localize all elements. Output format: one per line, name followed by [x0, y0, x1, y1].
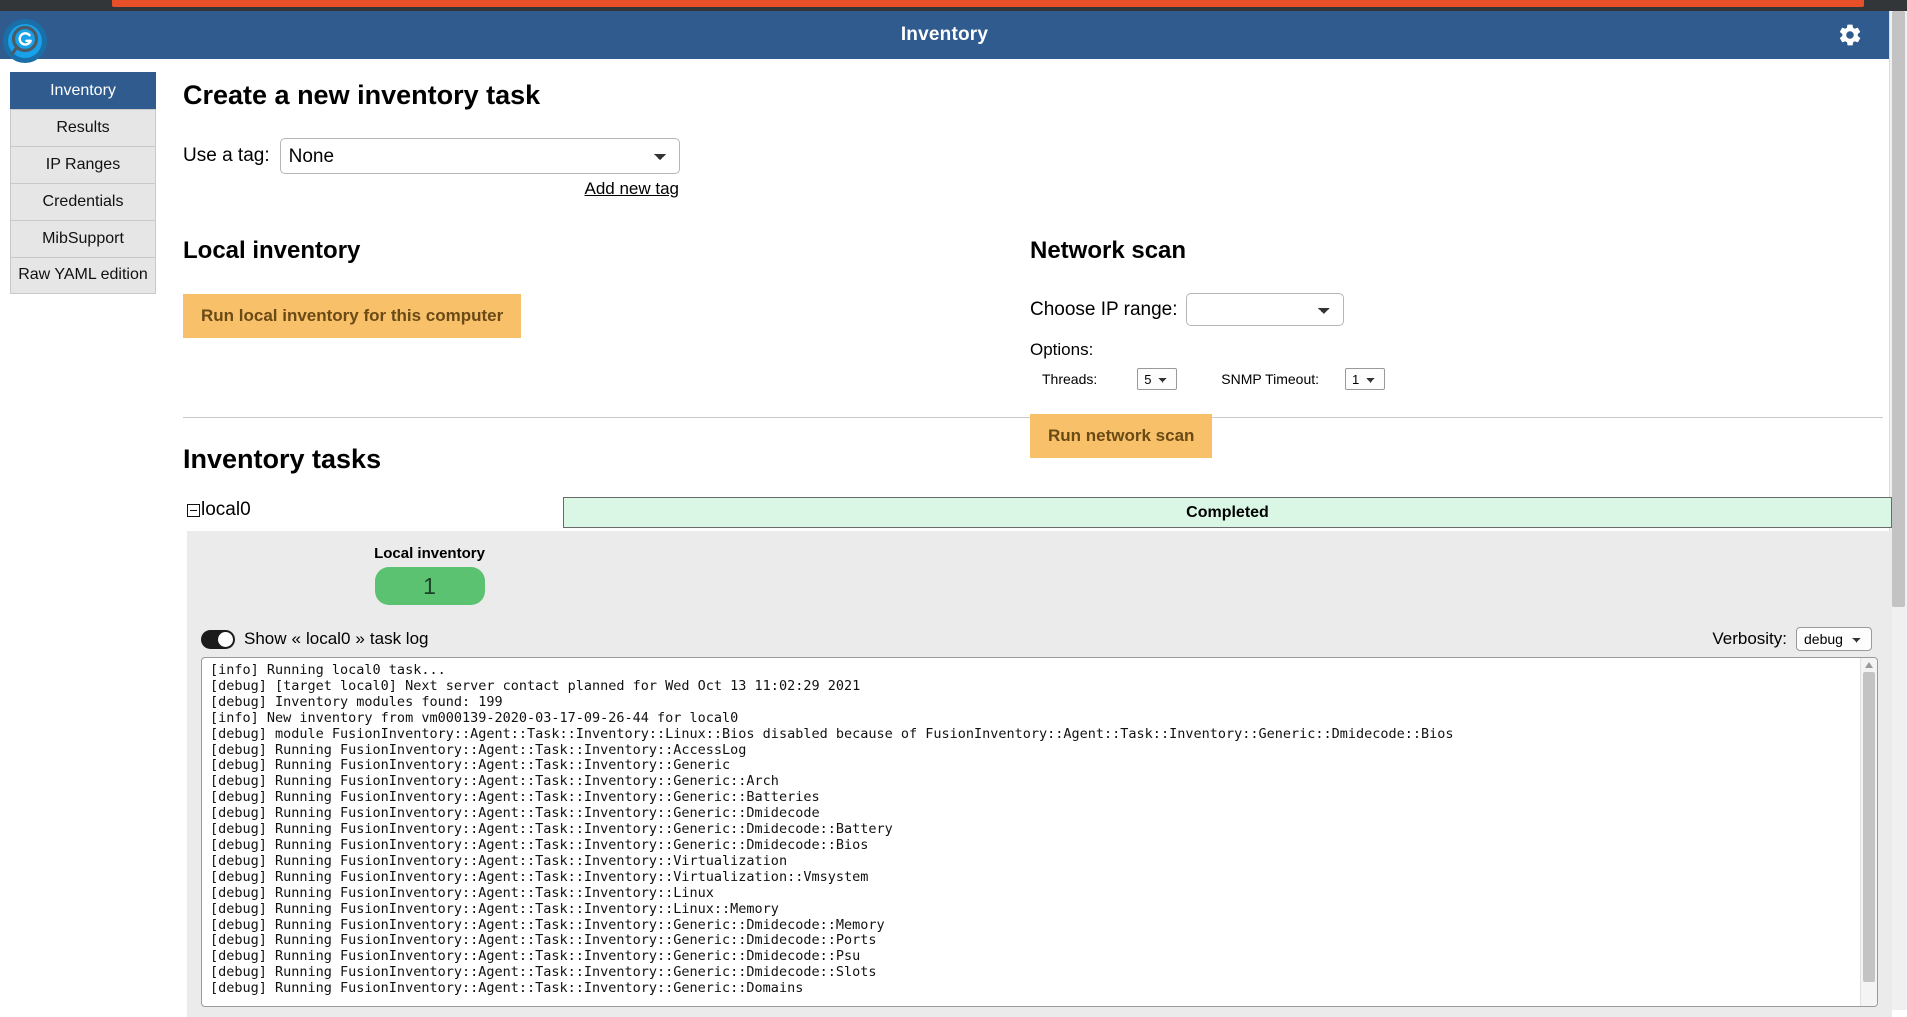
- sidebar-item-mibsupport[interactable]: MibSupport: [10, 220, 156, 257]
- snmp-timeout-label: SNMP Timeout:: [1221, 371, 1320, 387]
- app-header: Inventory: [0, 11, 1889, 63]
- glpi-agent-logo: [3, 19, 47, 63]
- task-name-label: local0: [201, 499, 251, 520]
- snmp-timeout-select[interactable]: 1: [1345, 368, 1386, 390]
- task-log-box[interactable]: [info] Running local0 task... [debug] [t…: [201, 657, 1878, 1007]
- browser-chrome-strip: [0, 0, 1907, 11]
- page-scrollbar-thumb[interactable]: [1892, 11, 1905, 607]
- show-log-target: local0: [306, 629, 351, 648]
- show-log-close-quote: »: [355, 629, 365, 648]
- tag-select[interactable]: None: [279, 138, 680, 174]
- status-badge: Completed: [563, 497, 1892, 528]
- sidebar-item-label: Credentials: [42, 192, 124, 210]
- page-title: Create a new inventory task: [183, 80, 541, 110]
- main-content: Create a new inventory task Use a tag: N…: [183, 72, 1892, 1017]
- options-label: Options:: [1030, 340, 1094, 359]
- sidebar-item-inventory[interactable]: Inventory: [10, 72, 156, 109]
- add-tag-row: Add new tag: [183, 179, 679, 199]
- sidebar-item-credentials[interactable]: Credentials: [10, 183, 156, 220]
- ip-range-row: Choose IP range:: [1030, 293, 1810, 326]
- counter-label: Local inventory: [374, 545, 485, 562]
- show-task-log-toggle[interactable]: Show « local0 » task log: [201, 629, 428, 649]
- local-inventory-counter: Local inventory 1: [0, 545, 1282, 605]
- task-log-scrollbar[interactable]: [1860, 658, 1877, 1006]
- task-log-text: [info] Running local0 task... [debug] [t…: [210, 662, 1454, 997]
- gear-icon[interactable]: [1837, 22, 1863, 48]
- verbosity-label: Verbosity:: [1712, 629, 1787, 648]
- tag-row: Use a tag: None: [183, 138, 1883, 174]
- local-inventory-panel: Local inventory Run local inventory for …: [183, 237, 963, 338]
- show-log-open-quote: «: [291, 629, 301, 648]
- sidebar-item-label: Raw YAML edition: [18, 266, 148, 284]
- task-collapse-toggle[interactable]: local0: [187, 499, 251, 521]
- verbosity-control: Verbosity: debug: [1712, 627, 1872, 651]
- log-header: Show « local0 » task log Verbosity: debu…: [187, 627, 1892, 651]
- browser-tab-accent: [112, 0, 1864, 7]
- threads-select[interactable]: 5: [1137, 368, 1178, 390]
- task-body: Local inventory 1 Show « local0 » task l…: [187, 531, 1892, 1017]
- scroll-up-arrow-icon[interactable]: [1865, 662, 1873, 668]
- tag-label: Use a tag:: [183, 145, 270, 166]
- task-log-scrollbar-thumb[interactable]: [1863, 672, 1875, 982]
- show-log-suffix: task log: [369, 629, 429, 648]
- network-scan-title: Network scan: [1030, 237, 1187, 264]
- sidebar-item-label: MibSupport: [42, 229, 124, 247]
- run-local-inventory-button[interactable]: Run local inventory for this computer: [183, 294, 522, 338]
- toggle-knob: [218, 631, 233, 647]
- ip-range-label: Choose IP range:: [1030, 298, 1178, 320]
- status-badge-label: Completed: [1186, 503, 1269, 521]
- sidebar-item-raw-yaml-edition[interactable]: Raw YAML edition: [10, 257, 156, 294]
- sidebar-item-label: Results: [56, 118, 110, 136]
- counter-value[interactable]: 1: [374, 567, 485, 605]
- panels: Local inventory Run local inventory for …: [183, 237, 1883, 458]
- sidebar-item-results[interactable]: Results: [10, 109, 156, 146]
- show-log-prefix: Show: [244, 629, 287, 648]
- local-inventory-title: Local inventory: [183, 237, 361, 264]
- threads-label: Threads:: [1042, 371, 1098, 387]
- task-row: local0 Completed: [183, 497, 1892, 531]
- sidebar-item-ip-ranges[interactable]: IP Ranges: [10, 146, 156, 183]
- ip-range-select[interactable]: [1185, 293, 1344, 326]
- options-row: Threads: 5 SNMP Timeout: 1: [1030, 368, 1810, 390]
- add-new-tag-link[interactable]: Add new tag: [584, 179, 679, 198]
- sidebar-item-label: Inventory: [50, 81, 116, 99]
- collapse-minus-icon: [187, 503, 200, 517]
- toggle-switch-icon[interactable]: [201, 629, 235, 649]
- verbosity-select[interactable]: debug: [1796, 627, 1872, 651]
- network-scan-panel: Network scan Choose IP range: Options: T…: [1030, 237, 1810, 458]
- run-network-scan-button[interactable]: Run network scan: [1030, 414, 1213, 458]
- sidebar: Inventory Results IP Ranges Credentials …: [10, 72, 156, 294]
- sidebar-item-label: IP Ranges: [45, 155, 121, 173]
- page-title-header: Inventory: [900, 24, 989, 45]
